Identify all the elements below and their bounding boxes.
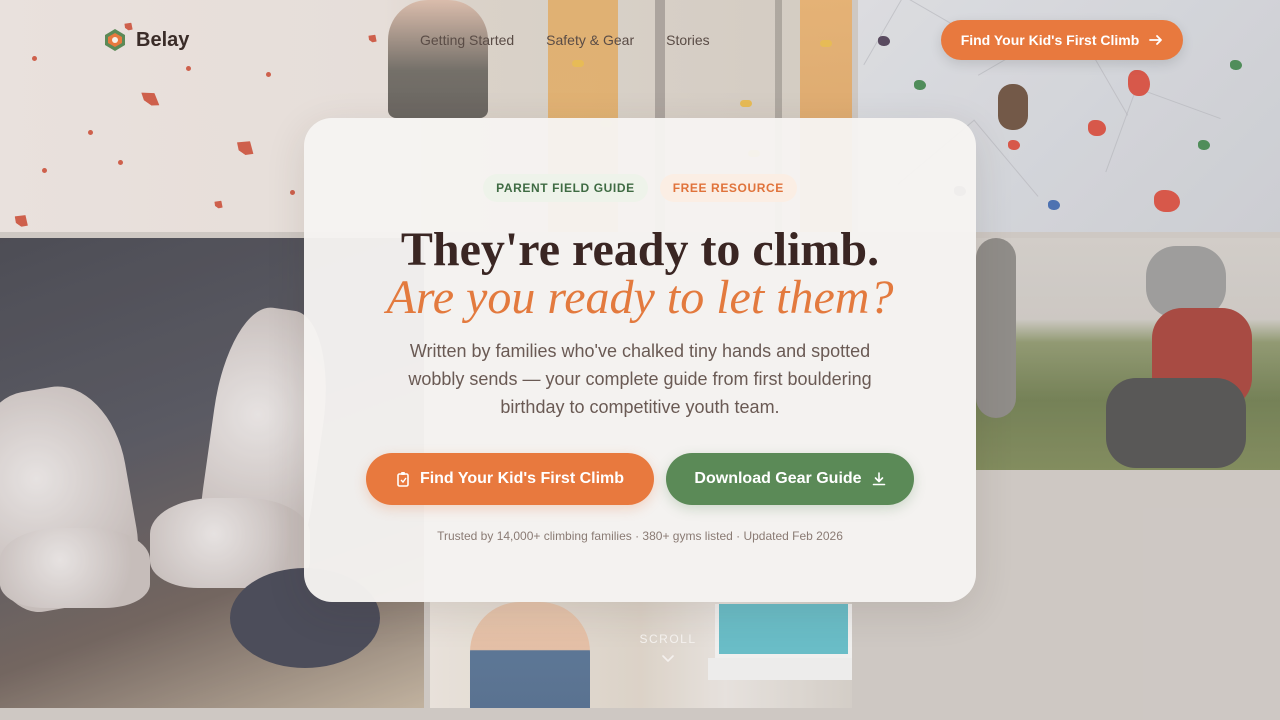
chevron-down-icon <box>662 655 674 662</box>
computer-screen <box>715 604 852 658</box>
download-icon <box>872 472 885 486</box>
main-nav: Getting Started Safety & Gear Stories <box>420 32 710 48</box>
hero-headline-italic: Are you ready to let them? <box>386 271 894 324</box>
find-first-climb-button[interactable]: Find Your Kid's First Climb <box>366 453 654 505</box>
nav-safety-gear[interactable]: Safety & Gear <box>546 32 634 48</box>
kid-figure <box>470 602 590 708</box>
scroll-label: SCROLL <box>639 632 697 646</box>
header-cta-label: Find Your Kid's First Climb <box>960 32 1140 48</box>
arrow-right-icon <box>1149 35 1163 45</box>
hero-card: PARENT FIELD GUIDE FREE RESOURCE They're… <box>304 118 976 602</box>
hero-lead: Written by families who've chalked tiny … <box>408 341 872 417</box>
mountain-logo-icon <box>105 29 125 51</box>
trust-line: Trusted by 14,000+ climbing families · 3… <box>437 529 843 543</box>
download-gear-guide-button[interactable]: Download Gear Guide <box>666 453 914 505</box>
brand-logo[interactable]: Belay <box>104 28 189 52</box>
find-first-climb-label: Find Your Kid's First Climb <box>419 470 625 487</box>
badge-parent-field-guide: PARENT FIELD GUIDE <box>483 174 648 202</box>
brand-name: Belay <box>136 28 190 51</box>
nav-stories[interactable]: Stories <box>666 32 710 48</box>
photo-motocross-riders <box>976 238 1280 470</box>
nav-getting-started[interactable]: Getting Started <box>420 32 514 48</box>
scroll-hint[interactable]: SCROLL <box>620 632 716 666</box>
site-header: Belay Getting Started Safety & Gear Stor… <box>0 0 1280 80</box>
clipboard-icon <box>397 472 409 487</box>
hero-badges: PARENT FIELD GUIDE FREE RESOURCE <box>304 174 976 202</box>
hero-headline: They're ready to climb. <box>400 223 880 276</box>
header-find-climb-button[interactable]: Find Your Kid's First Climb <box>941 20 1183 60</box>
download-gear-guide-label: Download Gear Guide <box>694 470 862 487</box>
badge-free-resource: FREE RESOURCE <box>659 174 797 202</box>
